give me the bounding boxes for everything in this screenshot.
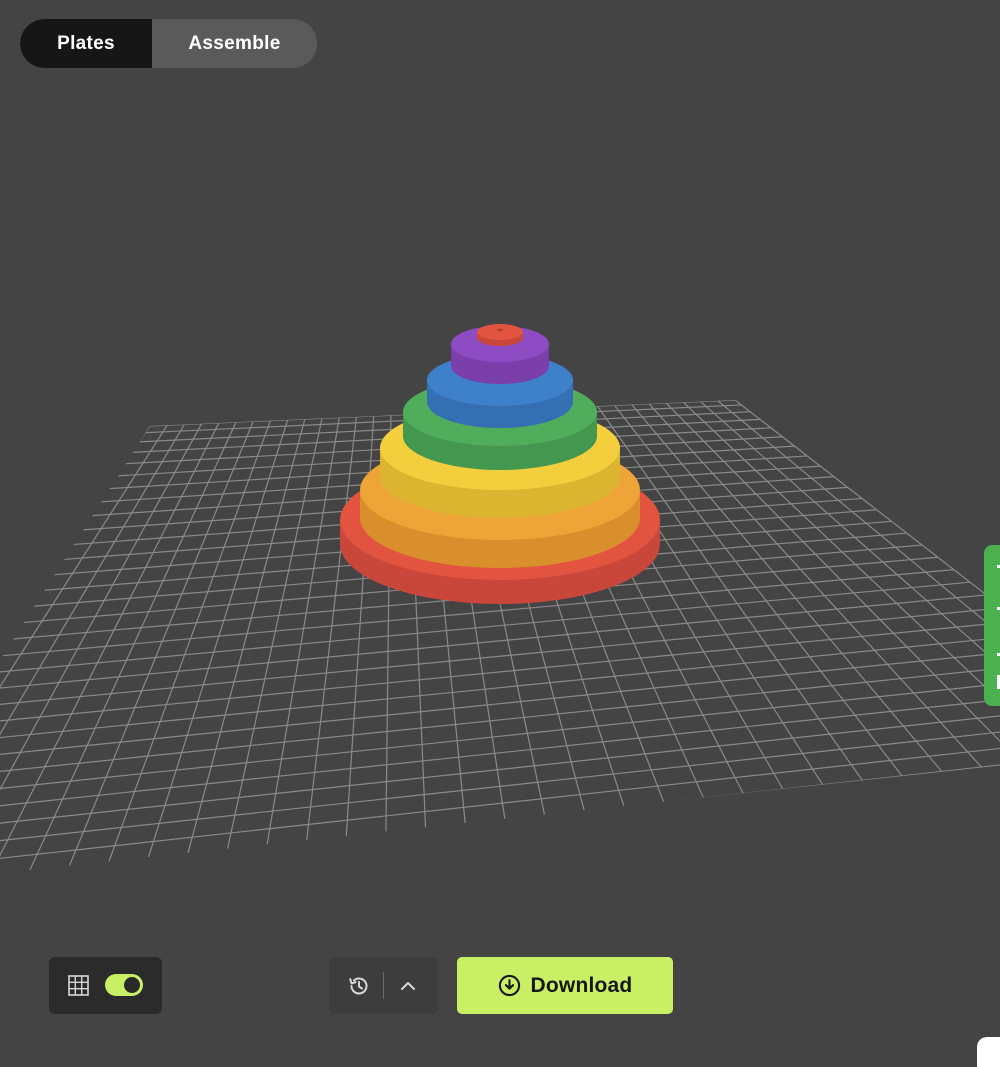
grid-line <box>27 421 237 873</box>
grid-line <box>631 404 943 772</box>
tab-plates[interactable]: Plates <box>20 19 152 68</box>
grid-line <box>717 400 1000 750</box>
download-label: Download <box>530 973 633 997</box>
grid-line <box>67 421 254 869</box>
grid-line <box>0 633 1000 745</box>
grid-icon <box>68 975 89 996</box>
history-icon[interactable] <box>347 974 371 998</box>
grid-line <box>305 416 358 843</box>
grid-line <box>147 419 289 860</box>
grid-visibility-switch[interactable] <box>105 974 143 996</box>
grid-toggle-panel <box>49 957 162 1014</box>
grid-line <box>0 674 1000 801</box>
stacked-ring-model[interactable] <box>340 324 660 604</box>
chevron-up-icon[interactable] <box>397 975 419 997</box>
grid-line <box>665 402 1000 764</box>
tab-assemble[interactable]: Assemble <box>152 19 317 68</box>
download-circle-icon <box>498 974 520 997</box>
switch-knob <box>124 977 140 993</box>
corner-widget <box>977 1037 1000 1067</box>
history-panel <box>329 957 438 1014</box>
grid-line <box>266 417 340 847</box>
grid-line <box>700 401 1000 755</box>
panel-divider <box>383 972 384 999</box>
grid-line <box>0 715 1000 857</box>
grid-line <box>0 744 1000 873</box>
3d-viewport[interactable] <box>0 0 1000 1061</box>
grid-line <box>734 400 1000 746</box>
side-panel-tab[interactable] <box>984 545 1000 706</box>
mode-toggle: Plates Assemble <box>20 19 317 68</box>
grid-line <box>0 646 1000 764</box>
download-button[interactable]: Download <box>457 957 673 1014</box>
